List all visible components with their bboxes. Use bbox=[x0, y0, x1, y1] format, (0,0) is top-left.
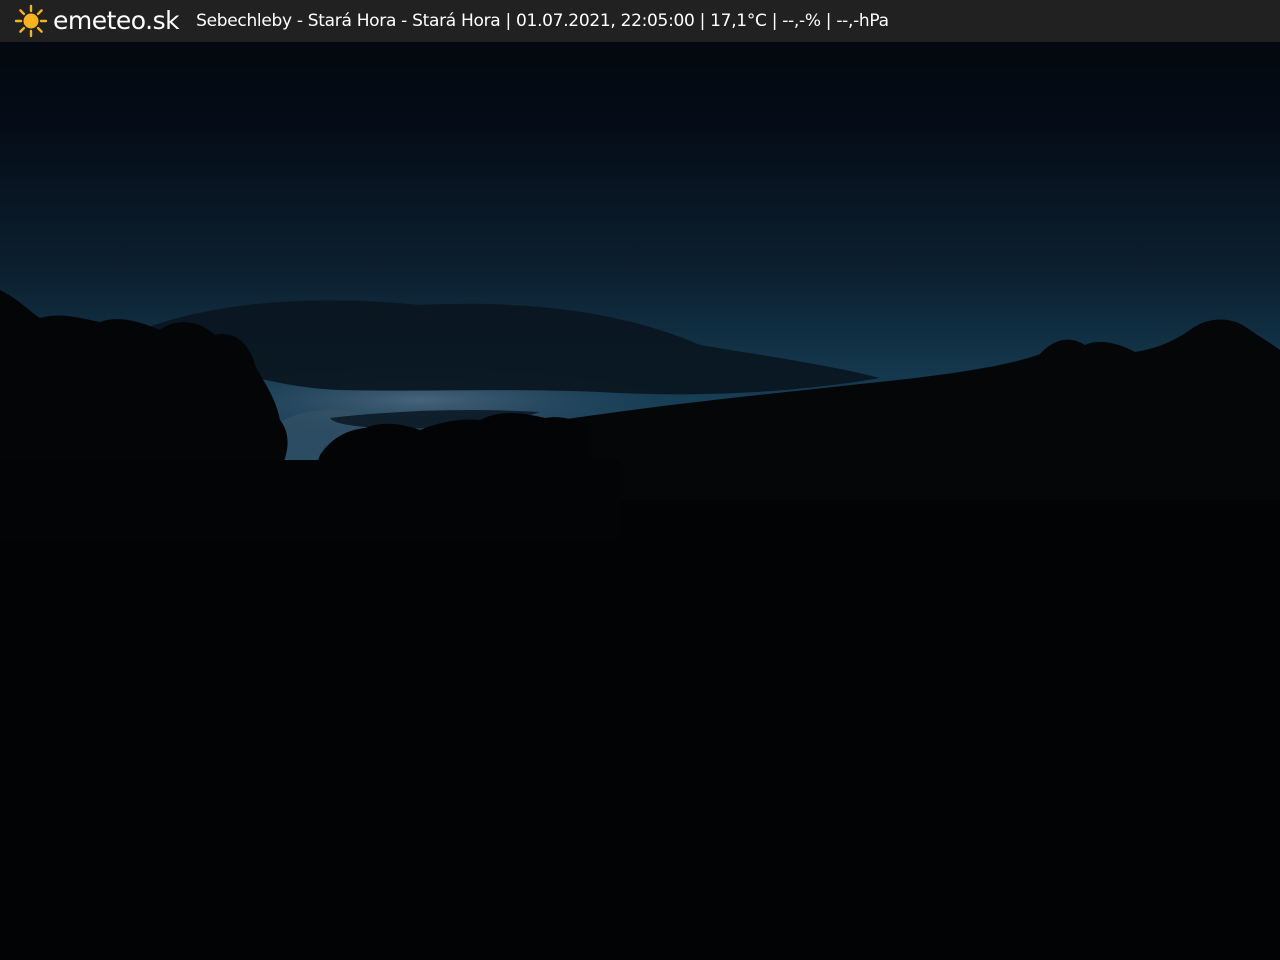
webcam-caption: Sebechleby - Stará Hora - Stará Hora | 0… bbox=[196, 11, 889, 31]
foreground-transition bbox=[0, 460, 620, 540]
webcam-info-bar: emeteo.sk Sebechleby - Stará Hora - Star… bbox=[0, 0, 1280, 42]
brand-name: emeteo.sk bbox=[53, 6, 180, 35]
dark-foreground bbox=[0, 500, 1280, 960]
webcam-frame: emeteo.sk Sebechleby - Stará Hora - Star… bbox=[0, 0, 1280, 960]
webcam-image bbox=[0, 0, 1280, 960]
sun-icon bbox=[14, 4, 48, 38]
